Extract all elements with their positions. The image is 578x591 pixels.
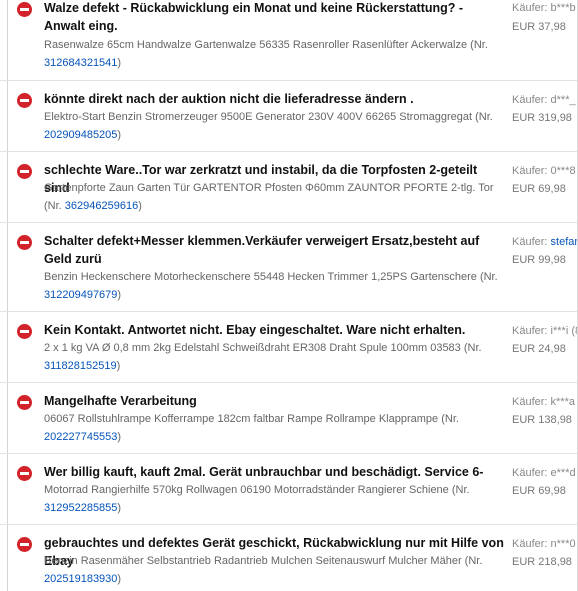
buyer-label: Käufer: — [512, 94, 548, 106]
buyer-name: 0***8 — [550, 165, 576, 177]
buyer-label: Käufer: — [512, 325, 548, 337]
item-number-link[interactable]: 202227745553 — [44, 431, 117, 443]
feedback-row: Schalter defekt+Messer klemmen.Verkäufer… — [0, 222, 578, 312]
feedback-row: Walze defekt - Rückabwicklung ein Monat … — [0, 0, 578, 80]
item-description: Benzin Rasenmäher Selbstantrieb Radantri… — [44, 555, 483, 585]
buyer-info: Käufer: b***b — [512, 0, 578, 16]
item-number-link[interactable]: 311828152519 — [44, 360, 117, 372]
item-price: EUR 319,98 — [512, 112, 572, 124]
feedback-row: Kein Kontakt. Antwortet nicht. Ebay eing… — [0, 311, 578, 383]
buyer-name: d***_ — [550, 94, 576, 106]
row-divider — [7, 0, 8, 80]
row-divider — [7, 152, 8, 223]
buyer-info: Käufer: e***d — [512, 465, 578, 481]
item-title: Benzin Rasenmäher Selbstantrieb Radantri… — [44, 555, 483, 567]
buyer-info: Käufer: 0***8 — [512, 163, 578, 179]
item-title: Benzin Heckenschere Motorheckenschere 55… — [44, 271, 498, 283]
item-description: Motorrad Rangierhilfe 570kg Rollwagen 06… — [44, 484, 470, 514]
row-divider — [7, 223, 8, 312]
feedback-comment: Kein Kontakt. Antwortet nicht. Ebay eing… — [44, 323, 466, 337]
item-number-link[interactable]: 202519183930 — [44, 573, 117, 585]
item-title: Motorrad Rangierhilfe 570kg Rollwagen 06… — [44, 484, 470, 496]
feedback-row: Mangelhafte Verarbeitung 06067 Rollstuhl… — [0, 382, 578, 454]
item-description: Gartenpforte Zaun Garten Tür GARTENTOR P… — [44, 182, 494, 212]
negative-rating-icon — [17, 2, 32, 17]
item-number-link[interactable]: 202909485205 — [44, 129, 117, 141]
item-number-link[interactable]: 362946259616 — [65, 200, 138, 212]
item-price: EUR 69,98 — [512, 485, 566, 497]
buyer-label: Käufer: — [512, 165, 548, 177]
item-title: Elektro-Start Benzin Stromerzeuger 9500E… — [44, 111, 493, 123]
negative-rating-icon — [17, 164, 32, 179]
buyer-profile-link[interactable]: stefan — [551, 236, 578, 248]
buyer-label: Käufer: — [512, 467, 548, 479]
buyer-name: n***0 — [550, 538, 576, 550]
feedback-comment: Wer billig kauft, kauft 2mal. Gerät unbr… — [44, 465, 484, 479]
feedback-row: könnte direkt nach der auktion nicht die… — [0, 80, 578, 152]
item-number-link[interactable]: 312684321541 — [44, 57, 117, 69]
buyer-name: i***i (8 — [550, 325, 578, 337]
buyer-info: Käufer: n***0 — [512, 536, 578, 552]
item-price: EUR 37,98 — [512, 21, 566, 33]
item-description: Elektro-Start Benzin Stromerzeuger 9500E… — [44, 111, 493, 141]
item-price: EUR 218,98 — [512, 556, 572, 568]
buyer-label: Käufer: — [512, 236, 548, 248]
item-title: Rasenwalze 65cm Handwalze Gartenwalze 56… — [44, 39, 488, 51]
item-description: 06067 Rollstuhlrampe Kofferrampe 182cm f… — [44, 413, 459, 443]
item-price: EUR 24,98 — [512, 343, 566, 355]
negative-rating-icon — [17, 235, 32, 250]
buyer-name: b***b — [550, 2, 576, 14]
row-divider — [7, 383, 8, 454]
item-price: EUR 99,98 — [512, 254, 566, 266]
negative-rating-icon — [17, 537, 32, 552]
buyer-label: Käufer: — [512, 2, 548, 14]
buyer-info: Käufer: stefan — [512, 234, 578, 250]
negative-rating-icon — [17, 93, 32, 108]
feedback-comment: Schalter defekt+Messer klemmen.Verkäufer… — [44, 234, 480, 266]
item-title: 2 x 1 kg VA Ø 0,8 mm 2kg Edelstahl Schwe… — [44, 342, 482, 354]
feedback-list: Walze defekt - Rückabwicklung ein Monat … — [0, 0, 578, 591]
item-price: EUR 138,98 — [512, 414, 572, 426]
buyer-info: Käufer: i***i (8 — [512, 323, 578, 339]
negative-rating-icon — [17, 395, 32, 410]
buyer-info: Käufer: d***_ — [512, 92, 578, 108]
item-description: 2 x 1 kg VA Ø 0,8 mm 2kg Edelstahl Schwe… — [44, 342, 482, 372]
buyer-label: Käufer: — [512, 538, 548, 550]
item-description: Benzin Heckenschere Motorheckenschere 55… — [44, 271, 498, 301]
feedback-row: gebrauchtes und defektes Gerät geschickt… — [0, 524, 578, 591]
feedback-comment: Mangelhafte Verarbeitung — [44, 394, 197, 408]
item-number-link[interactable]: 312952285855 — [44, 502, 117, 514]
item-description: Rasenwalze 65cm Handwalze Gartenwalze 56… — [44, 39, 488, 69]
negative-rating-icon — [17, 466, 32, 481]
feedback-comment: Walze defekt - Rückabwicklung ein Monat … — [44, 1, 464, 33]
feedback-comment: könnte direkt nach der auktion nicht die… — [44, 92, 414, 106]
feedback-row: Wer billig kauft, kauft 2mal. Gerät unbr… — [0, 453, 578, 525]
buyer-label: Käufer: — [512, 396, 548, 408]
buyer-name: k***a — [550, 396, 575, 408]
row-divider — [7, 81, 8, 152]
item-number-link[interactable]: 312209497679 — [44, 289, 117, 301]
feedback-row: schlechte Ware..Tor war zerkratzt und in… — [0, 151, 578, 223]
row-divider — [7, 454, 8, 525]
negative-rating-icon — [17, 324, 32, 339]
item-price: EUR 69,98 — [512, 183, 566, 195]
row-divider — [7, 525, 8, 591]
row-divider — [7, 312, 8, 383]
buyer-name: e***d — [550, 467, 576, 479]
buyer-info: Käufer: k***a — [512, 394, 578, 410]
item-title: 06067 Rollstuhlrampe Kofferrampe 182cm f… — [44, 413, 459, 425]
